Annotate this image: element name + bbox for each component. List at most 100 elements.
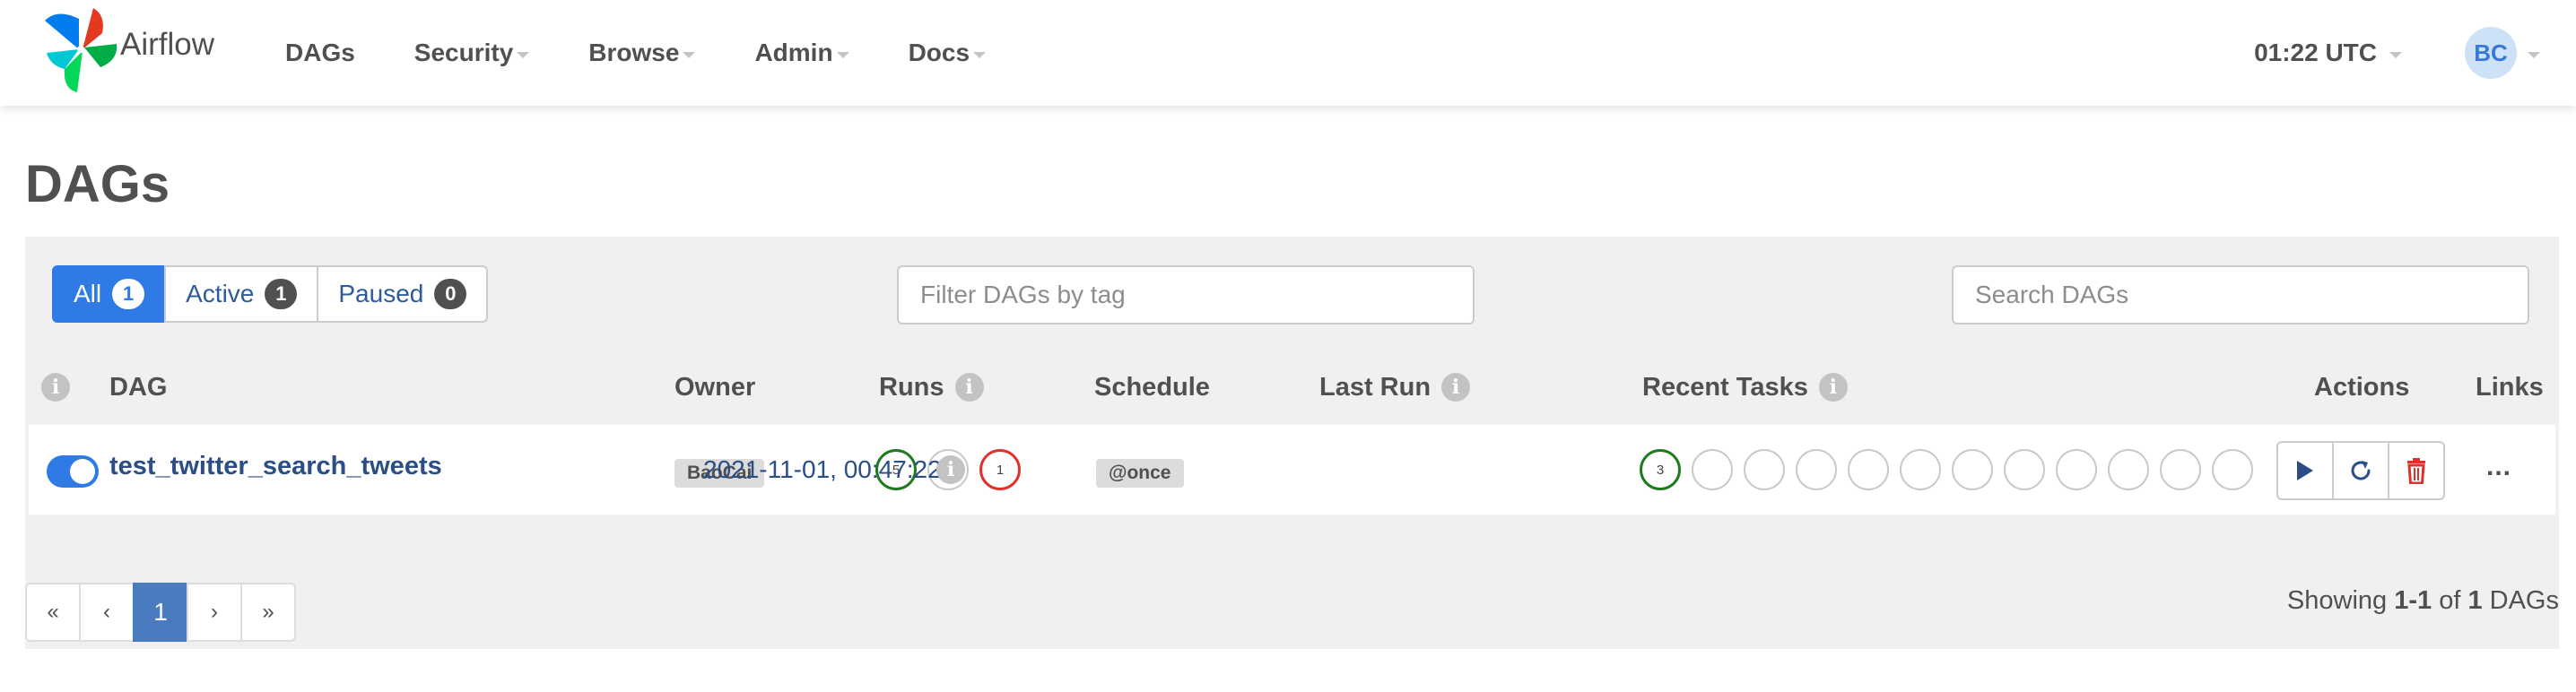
header-last-run-label: Last Run (1319, 372, 1432, 402)
task-state-circle[interactable] (2160, 449, 2201, 490)
first-page-button[interactable]: « (25, 583, 81, 642)
menu-dags-label: DAGs (285, 39, 355, 66)
task-state-success[interactable]: 3 (1640, 449, 1681, 490)
header-runs: Runs i (879, 371, 984, 403)
task-state-circle[interactable] (1744, 449, 1785, 490)
next-page-button[interactable]: › (187, 583, 242, 642)
info-icon[interactable]: i (936, 455, 965, 484)
trigger-dag-button[interactable] (2276, 441, 2334, 500)
delete-dag-button[interactable] (2388, 441, 2445, 500)
table-row: test_twitter_search_tweets BaoCai 5 1 @o… (29, 425, 2555, 515)
menu-security-label: Security (413, 39, 514, 66)
header-recent-tasks-label: Recent Tasks (1642, 372, 1808, 402)
info-icon[interactable]: i (1818, 373, 1848, 402)
filter-paused-label: Paused (338, 280, 424, 307)
menu-security[interactable]: Security (398, 21, 546, 85)
user-menu[interactable]: BC (2465, 27, 2540, 79)
info-icon[interactable]: i (1441, 373, 1471, 402)
caret-down-icon (517, 51, 530, 58)
header-info: i (41, 371, 70, 403)
filter-paused-count: 0 (434, 279, 467, 309)
task-state-circle[interactable] (2212, 449, 2253, 490)
header-owner[interactable]: Owner (674, 371, 755, 403)
main-menu: DAGs Security Browse Admin Docs (269, 0, 1029, 106)
summary-of: of (2432, 586, 2468, 615)
nav-right: 01:22 UTC BC (2254, 0, 2576, 106)
task-state-circle[interactable] (2108, 449, 2149, 490)
navbar: Airflow DAGs Security Browse Admin Docs … (0, 0, 2576, 106)
prev-page-button[interactable]: ‹ (79, 583, 135, 642)
menu-browse[interactable]: Browse (572, 21, 711, 85)
caret-down-icon (683, 51, 696, 58)
header-dag[interactable]: DAG (109, 371, 167, 403)
last-page-button[interactable]: » (240, 583, 296, 642)
user-avatar: BC (2465, 27, 2517, 79)
results-summary: Showing 1-1 of 1 DAGs (2287, 586, 2559, 616)
info-icon[interactable]: i (41, 373, 70, 402)
toggle-knob (70, 459, 95, 484)
task-state-circle[interactable] (1796, 449, 1837, 490)
caret-down-icon (2389, 51, 2402, 58)
caret-down-icon (973, 51, 987, 58)
header-runs-label: Runs (879, 372, 944, 402)
clock-dropdown[interactable]: 01:22 UTC (2254, 39, 2402, 67)
filter-active-label: Active (186, 280, 255, 307)
dag-pause-toggle[interactable] (47, 455, 99, 488)
menu-docs-label: Docs (908, 39, 970, 66)
trash-icon (2407, 458, 2425, 484)
header-actions-label: Actions (2314, 372, 2410, 402)
menu-admin-label: Admin (754, 39, 833, 66)
status-filter-group: All 1 Active 1 Paused 0 (52, 265, 489, 323)
schedule-badge[interactable]: @once (1096, 459, 1184, 488)
current-page-button[interactable]: 1 (133, 583, 188, 642)
task-state-circle[interactable] (1952, 449, 1993, 490)
actions-group (2276, 441, 2445, 500)
filter-all-button[interactable]: All 1 (52, 265, 167, 323)
last-run-link[interactable]: 2021-11-01, 00:47:22 (703, 455, 942, 484)
header-schedule: Schedule (1094, 371, 1210, 403)
summary-suffix: DAGs (2482, 586, 2559, 615)
page-title: DAGs (25, 155, 170, 213)
filter-active-count: 1 (265, 279, 298, 309)
dags-panel: All 1 Active 1 Paused 0 i DAG Owner Runs… (25, 237, 2559, 649)
pagination: « ‹ 1 › » (25, 583, 296, 642)
dag-id-link[interactable]: test_twitter_search_tweets (109, 452, 442, 481)
filter-all-count: 1 (112, 279, 145, 309)
brand[interactable]: Airflow (38, 0, 214, 99)
summary-range: 1-1 (2394, 586, 2432, 615)
menu-admin[interactable]: Admin (738, 21, 865, 85)
tag-filter-input[interactable] (897, 265, 1475, 324)
header-dag-label: DAG (109, 372, 168, 402)
filter-all-label: All (74, 280, 102, 307)
summary-total: 1 (2467, 586, 2483, 615)
caret-down-icon (2528, 51, 2540, 58)
menu-browse-label: Browse (588, 39, 680, 66)
task-state-circle[interactable] (1848, 449, 1889, 490)
task-state-circle[interactable] (2004, 449, 2045, 490)
play-icon (2297, 461, 2313, 480)
header-links: Links (2476, 371, 2544, 403)
task-state-circle[interactable] (2056, 449, 2097, 490)
brand-name: Airflow (120, 27, 215, 62)
clock-time: 01:22 UTC (2254, 39, 2377, 66)
header-owner-label: Owner (674, 372, 756, 402)
refresh-dag-button[interactable] (2332, 441, 2389, 500)
task-state-circle[interactable] (1900, 449, 1941, 490)
header-recent-tasks: Recent Tasks i (1642, 371, 1848, 403)
menu-docs[interactable]: Docs (892, 21, 1002, 85)
header-links-label: Links (2476, 372, 2544, 402)
menu-dags[interactable]: DAGs (269, 21, 371, 85)
summary-prefix: Showing (2286, 586, 2395, 615)
info-icon[interactable]: i (954, 373, 984, 402)
airflow-logo-icon (45, 8, 117, 92)
task-state-circle[interactable] (1692, 449, 1733, 490)
links-menu-button[interactable]: ... (2486, 452, 2511, 482)
caret-down-icon (836, 51, 849, 58)
refresh-icon (2351, 461, 2371, 480)
header-actions: Actions (2314, 371, 2409, 403)
header-last-run: Last Run i (1319, 371, 1471, 403)
run-state-failed[interactable]: 1 (979, 449, 1021, 490)
filter-paused-button[interactable]: Paused 0 (317, 265, 489, 323)
search-dags-input[interactable] (1952, 265, 2529, 324)
filter-active-button[interactable]: Active 1 (164, 265, 319, 323)
